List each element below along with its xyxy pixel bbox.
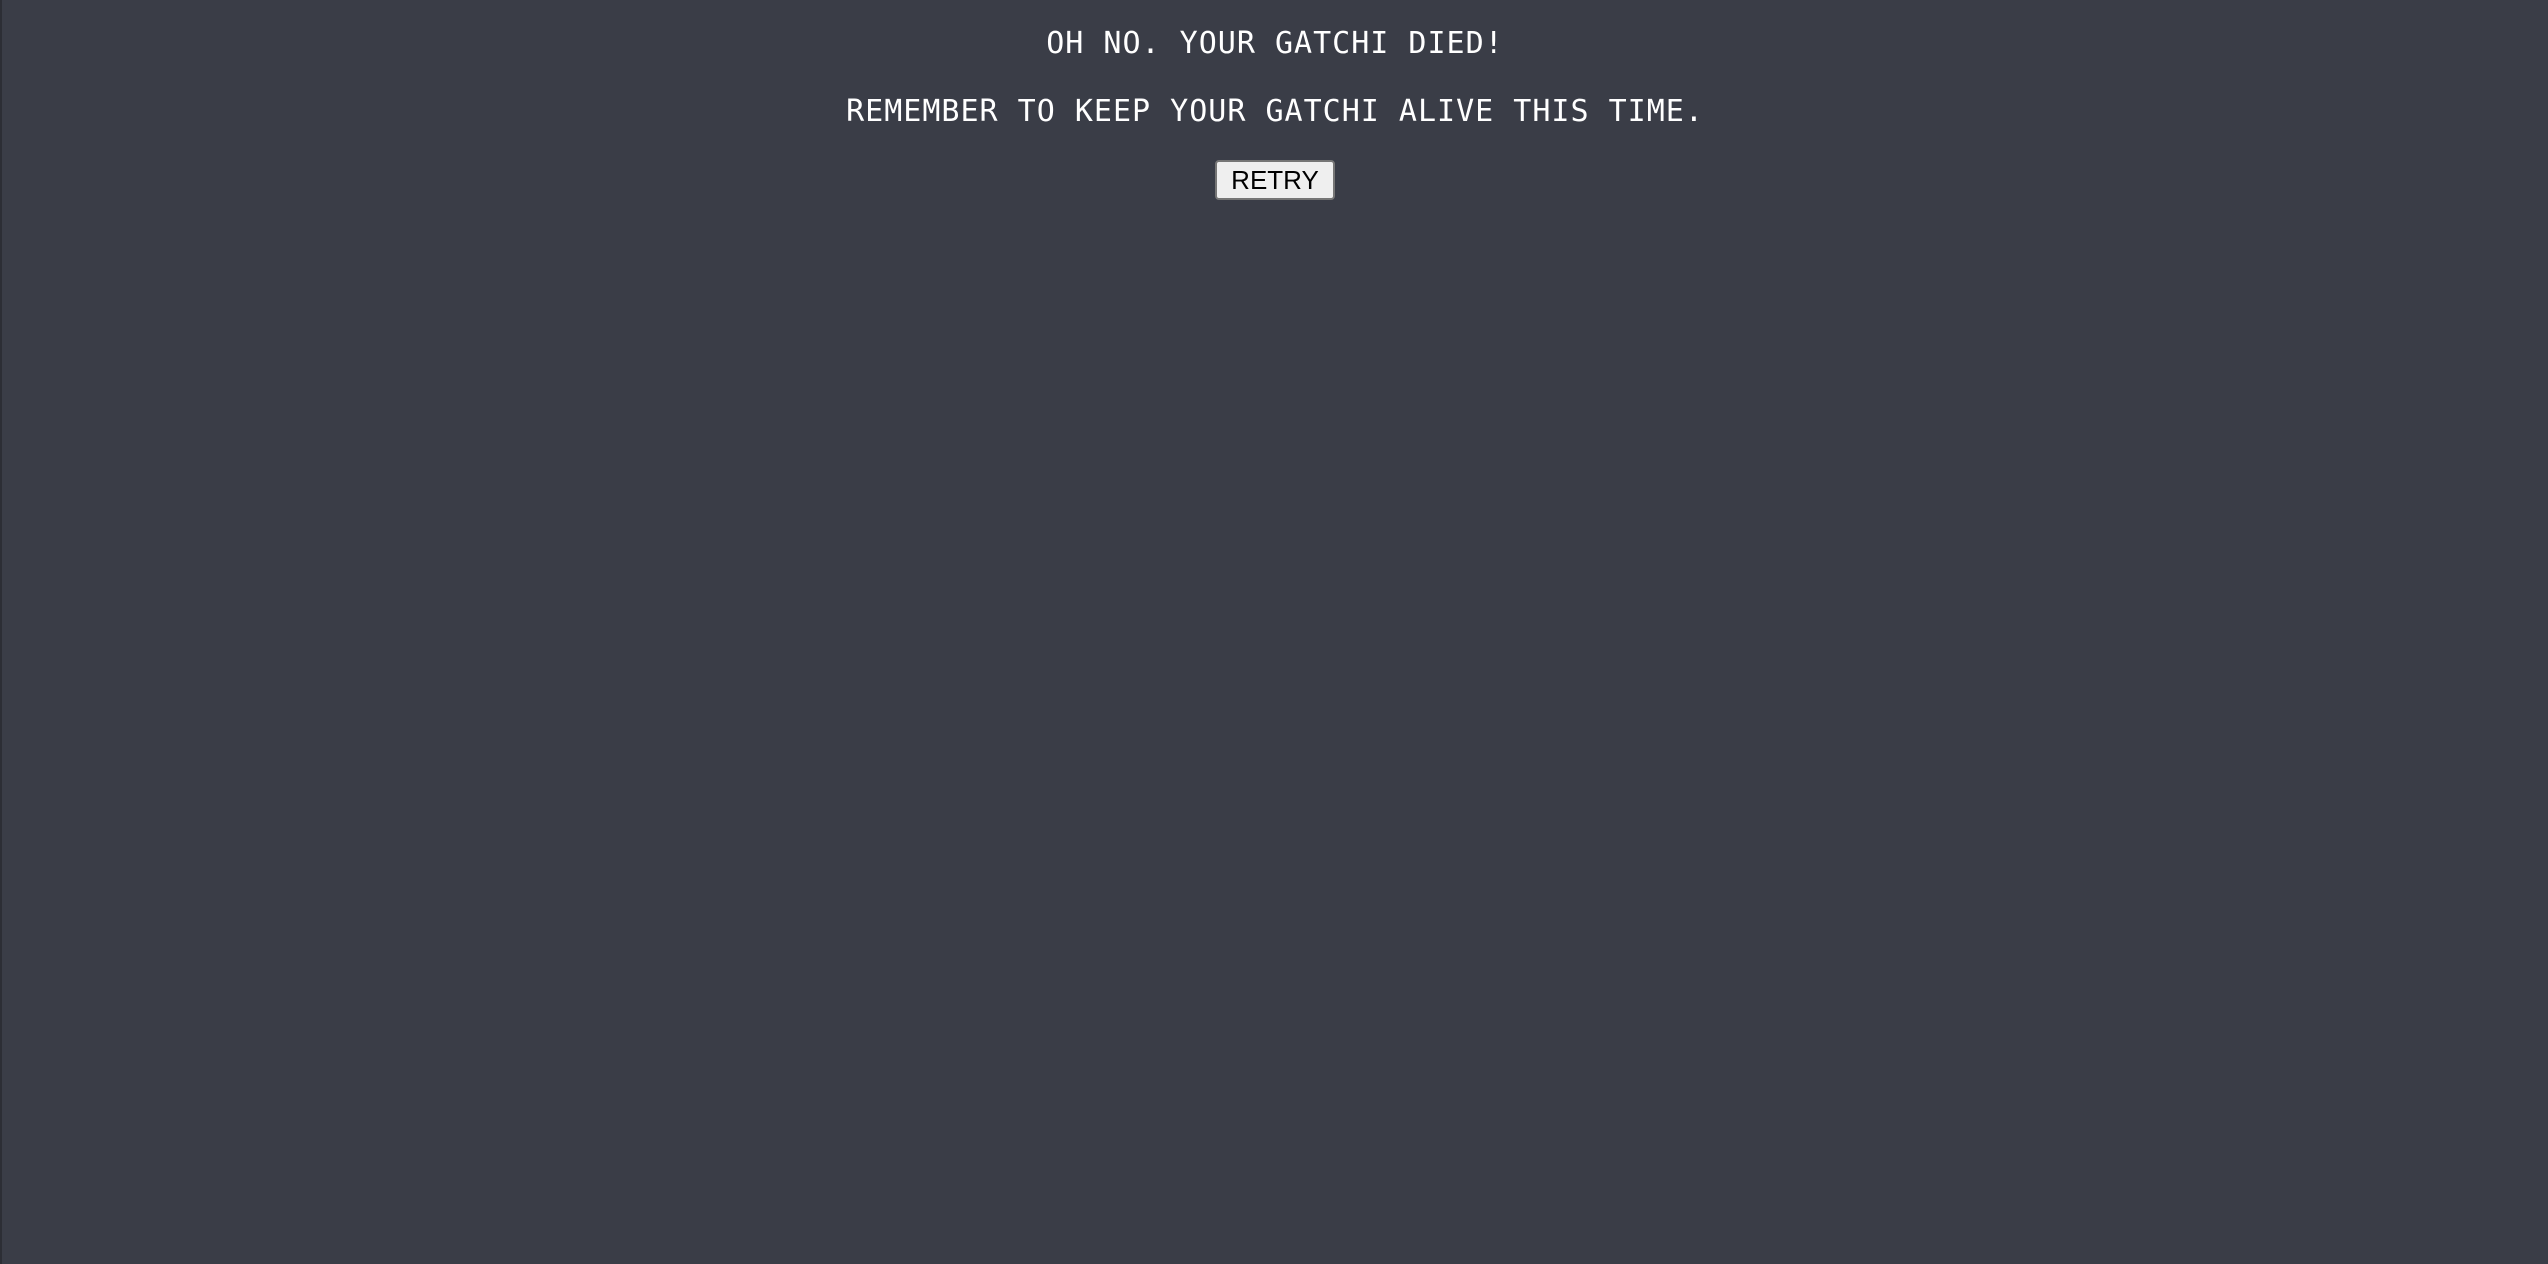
game-over-screen: OH NO. YOUR GATCHI DIED! REMEMBER TO KEE…	[0, 0, 2548, 1264]
game-over-message-area: OH NO. YOUR GATCHI DIED! REMEMBER TO KEE…	[2, 0, 2548, 200]
game-over-headline: OH NO. YOUR GATCHI DIED!	[1046, 26, 1504, 61]
keep-alive-reminder: REMEMBER TO KEEP YOUR GATCHI ALIVE THIS …	[846, 94, 1704, 129]
retry-button[interactable]: RETRY	[1215, 160, 1335, 200]
